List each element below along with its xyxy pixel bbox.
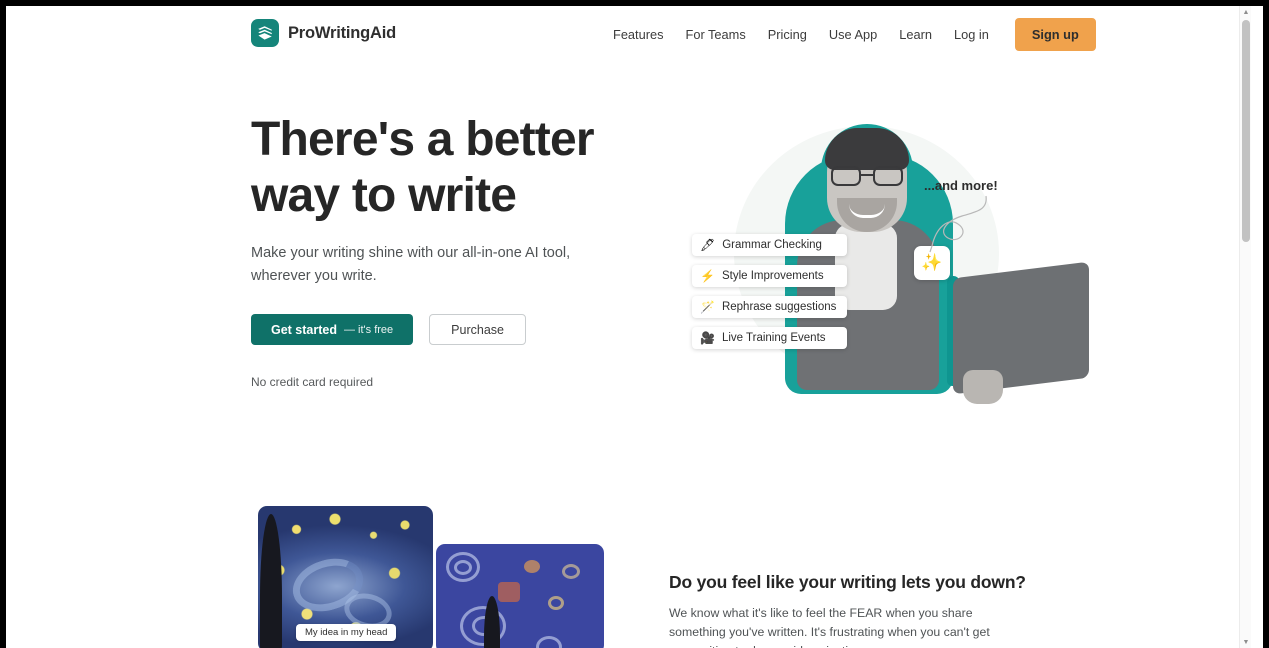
lightning-bolt-icon: ⚡ [700,269,715,283]
get-started-note: — it's free [344,323,394,336]
nav-link-use-app[interactable]: Use App [818,21,888,48]
hero-title: There's a better way to write [251,113,595,222]
brand-name: ProWritingAid [288,23,397,42]
browser-viewport: ProWritingAid Features For Teams Pricing… [6,6,1263,648]
feature-pill-label: Rephrase suggestions [721,301,837,313]
eyeglasses-icon [829,166,907,186]
nav-link-features[interactable]: Features [602,21,675,48]
cypress-tree [260,514,282,648]
my-idea-label: My idea in my head [296,624,397,641]
sign-up-button[interactable]: Sign up [1014,17,1096,51]
main-navigation: Features For Teams Pricing Use App Learn… [602,6,1096,62]
scroll-down-arrow[interactable]: ▼ [1240,636,1252,648]
nav-link-for-teams[interactable]: For Teams [675,21,757,48]
no-credit-card-note: No credit card required [251,375,374,389]
prowritingaid-book-logo-icon [251,19,279,47]
feature-pill-label: Style Improvements [721,270,824,282]
feature-pill-live-training-events[interactable]: 🎥 Live Training Events [692,327,848,349]
section-body-text: We know what it's like to feel the FEAR … [669,606,990,648]
cypress-tree-sketch [484,596,500,648]
nav-link-pricing[interactable]: Pricing [757,21,818,48]
nav-link-learn[interactable]: Learn [888,21,943,48]
nav-link-log-in[interactable]: Log in [943,21,1000,48]
section-heading: Do you feel like your writing lets you d… [669,572,1026,592]
scrollbar-thumb[interactable] [1242,20,1250,242]
feather-pen-icon: 🖋 [700,238,716,252]
get-started-label: Get started [271,322,337,337]
feature-pill-style-improvements[interactable]: ⚡ Style Improvements [692,265,848,287]
brand-logo-link[interactable]: ProWritingAid [251,19,396,47]
scroll-up-arrow[interactable]: ▲ [1240,6,1252,18]
sketch-star [524,560,540,573]
magic-wand-icon: 🪄 [700,300,715,314]
person-hand [963,370,1003,404]
sketch-swirl [536,636,562,648]
curly-pointer-line [929,195,987,253]
site-header: ProWritingAid Features For Teams Pricing… [6,6,1251,62]
feature-pill-grammar-checking[interactable]: 🖋 Grammar Checking [692,234,848,256]
starry-night-unfinished-panel [436,544,604,648]
sketch-swirl [454,560,472,575]
and-more-annotation: ...and more! [924,178,998,193]
page-scrollbar[interactable]: ▲ ▼ [1239,6,1251,648]
movie-camera-icon: 🎥 [700,331,715,345]
purchase-button[interactable]: Purchase [429,314,526,345]
person-hair [825,128,909,170]
before-after-artwork: My idea in my head [258,506,604,648]
hero-illustration: ✨ ...and more! 🖋 Grammar Checking ⚡ Styl… [674,106,1089,404]
page-content: ProWritingAid Features For Teams Pricing… [6,6,1251,648]
sketch-swirl [562,564,580,579]
sketch-star [498,582,520,602]
hero-subtitle: Make your writing shine with our all-in-… [251,245,571,284]
feature-pill-rephrase-suggestions[interactable]: 🪄 Rephrase suggestions [692,296,848,318]
feature-pill-list: 🖋 Grammar Checking ⚡ Style Improvements … [692,234,848,349]
feature-pill-label: Grammar Checking [722,239,822,251]
sketch-swirl [548,596,564,610]
hero-cta-group: Get started — it's free Purchase [251,314,526,345]
feature-pill-label: Live Training Events [721,332,826,344]
get-started-button[interactable]: Get started — it's free [251,314,414,345]
